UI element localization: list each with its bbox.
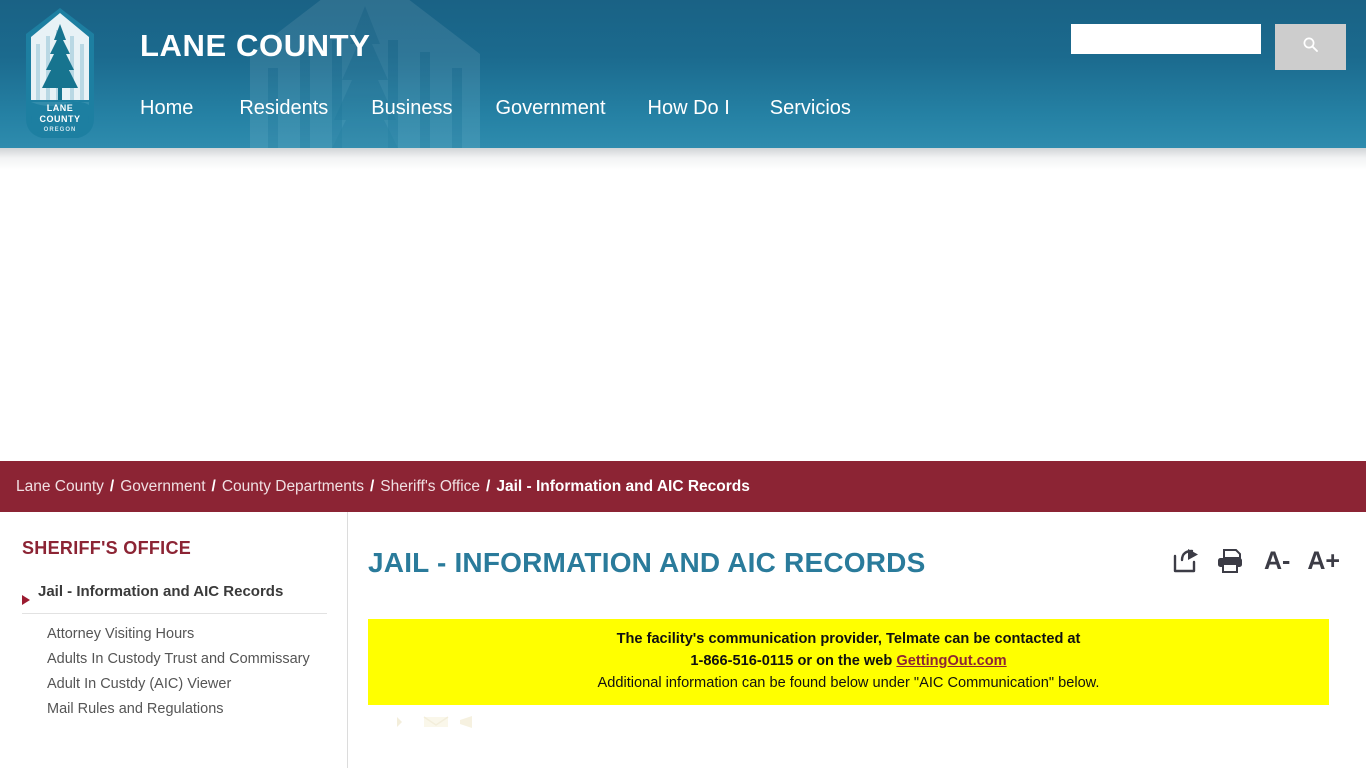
nav-servicios[interactable]: Servicios [770, 92, 851, 124]
nav-business[interactable]: Business [371, 92, 452, 124]
sidebar-item-jail-information[interactable]: Jail - Information and AIC Records [22, 582, 327, 614]
svg-text:COUNTY: COUNTY [40, 114, 81, 124]
list-item: Attorney Visiting Hours [47, 623, 327, 646]
svg-text:OREGON: OREGON [44, 127, 77, 133]
megaphone-icon [458, 714, 482, 730]
banner-region [0, 170, 1366, 461]
sidebar-item-mail-rules[interactable]: Mail Rules and Regulations [47, 698, 327, 721]
gettingout-link[interactable]: GettingOut.com [896, 653, 1006, 669]
phone-icon [394, 714, 414, 730]
alert-line-2-text: 1-866-516-0115 or on the web [690, 653, 897, 669]
breadcrumb-item-lane-county[interactable]: Lane County [16, 478, 104, 496]
sidebar-item-trust-and-commissary[interactable]: Adults In Custody Trust and Commissary [47, 648, 327, 671]
sidebar: SHERIFF'S OFFICE Jail - Information and … [0, 512, 348, 768]
alert-banner: The facility's communication provider, T… [368, 619, 1329, 705]
breadcrumb-item-sheriffs-office[interactable]: Sheriff's Office [380, 478, 480, 496]
breadcrumb-separator: / [486, 477, 491, 495]
site-header: LANE COUNTY OREGON LANE COUNTY Home Resi… [0, 0, 1366, 148]
sidebar-item-aic-viewer[interactable]: Adult In Custdy (AIC) Viewer [47, 673, 327, 696]
print-button[interactable] [1216, 548, 1244, 574]
svg-text:LANE: LANE [47, 103, 74, 113]
alert-line-2: 1-866-516-0115 or on the web GettingOut.… [380, 650, 1317, 672]
sidebar-sublist: Attorney Visiting Hours Adults In Custod… [22, 623, 327, 721]
content-toolbar: A- A+ [1172, 548, 1340, 574]
breadcrumb-separator: / [369, 477, 375, 495]
main-navigation: Home Residents Business Government How D… [140, 92, 851, 124]
nav-home[interactable]: Home [140, 92, 193, 124]
nav-government[interactable]: Government [495, 92, 605, 124]
sidebar-heading: SHERIFF'S OFFICE [22, 538, 192, 558]
sidebar-item-attorney-visiting-hours[interactable]: Attorney Visiting Hours [47, 623, 327, 646]
breadcrumb: Lane County / Government / County Depart… [0, 461, 1366, 512]
content-partial-row [368, 714, 1340, 744]
envelope-icon [423, 714, 449, 730]
page-body: SHERIFF'S OFFICE Jail - Information and … [0, 512, 1366, 768]
increase-text-size-label: A+ [1307, 546, 1340, 575]
decrease-text-size-button[interactable]: A- [1263, 546, 1291, 575]
active-marker-icon [22, 595, 30, 605]
header-watermark-crest [150, 0, 580, 148]
breadcrumb-current-page: Jail - Information and AIC Records [496, 477, 750, 495]
list-item: Adults In Custody Trust and Commissary [47, 648, 327, 671]
decrease-text-size-label: A- [1263, 546, 1291, 575]
search-input[interactable] [1071, 24, 1261, 54]
partial-icon-group [368, 714, 1340, 730]
share-icon [1172, 548, 1200, 574]
search-button[interactable] [1275, 24, 1346, 70]
list-item: Mail Rules and Regulations [47, 698, 327, 721]
alert-line-1: The facility's communication provider, T… [616, 631, 1081, 647]
lane-county-logo[interactable]: LANE COUNTY OREGON [22, 6, 98, 142]
site-title: LANE COUNTY [140, 28, 371, 63]
alert-line-3: Additional information can be found belo… [597, 675, 1100, 691]
share-button[interactable] [1172, 548, 1200, 574]
breadcrumb-separator: / [211, 477, 216, 495]
search-icon [1302, 36, 1319, 53]
nav-how-do-i[interactable]: How Do I [648, 92, 730, 124]
breadcrumb-item-county-departments[interactable]: County Departments [222, 478, 364, 496]
print-icon [1216, 548, 1244, 574]
header-shadow [0, 148, 1366, 170]
page-title: JAIL - INFORMATION AND AIC RECORDS [368, 547, 926, 578]
nav-residents[interactable]: Residents [239, 92, 328, 124]
increase-text-size-button[interactable]: A+ [1307, 546, 1340, 575]
sidebar-active-label: Jail - Information and AIC Records [38, 583, 284, 600]
list-item: Adult In Custdy (AIC) Viewer [47, 673, 327, 696]
breadcrumb-item-government[interactable]: Government [120, 478, 205, 496]
header-search [1071, 24, 1346, 70]
breadcrumb-separator: / [109, 477, 115, 495]
